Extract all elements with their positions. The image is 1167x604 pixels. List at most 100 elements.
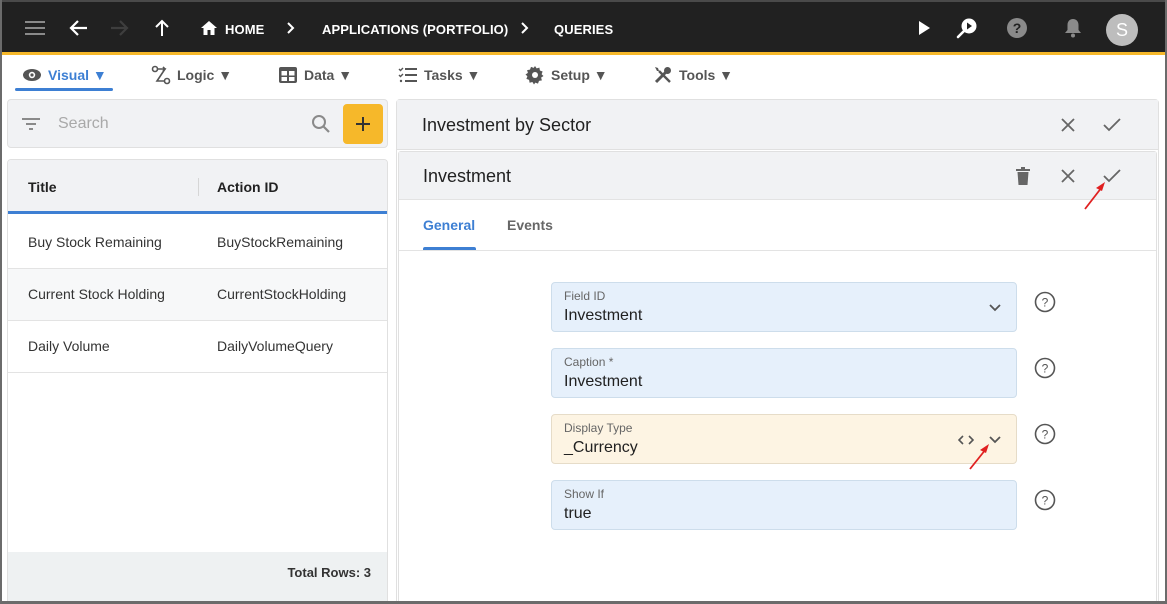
list-header: Title Action ID (8, 160, 387, 214)
menu-logic[interactable]: Logic ▼ (151, 64, 232, 86)
column-header-title[interactable]: Title (28, 179, 57, 195)
show-if-field[interactable]: Show If true (551, 480, 1017, 530)
play-icon[interactable] (910, 14, 938, 42)
breadcrumb-separator (521, 22, 529, 37)
row-title: Daily Volume (28, 338, 110, 354)
help-icon[interactable]: ? (1033, 356, 1057, 380)
check-icon (1103, 169, 1121, 183)
bell-icon[interactable] (1059, 14, 1087, 42)
eye-icon (23, 69, 41, 81)
show-if-value: true (564, 505, 592, 522)
gear-icon (525, 66, 544, 85)
close-icon (1061, 169, 1075, 183)
outer-save-button[interactable] (1098, 111, 1126, 139)
row-action-id: DailyVolumeQuery (217, 338, 333, 354)
menu-visual-label: Visual ▼ (48, 67, 107, 83)
search-icon[interactable] (311, 114, 331, 134)
outer-cancel-button[interactable] (1054, 111, 1082, 139)
form-panel: Investment by Sector Investment General … (396, 99, 1159, 604)
tab-active-indicator (423, 247, 476, 250)
inner-save-button[interactable] (1098, 162, 1126, 190)
field-id-label: Field ID (564, 289, 606, 303)
code-icon[interactable] (955, 429, 977, 451)
row-action-id: CurrentStockHolding (217, 286, 347, 302)
caption-value: Investment (564, 373, 643, 390)
add-button[interactable] (343, 104, 383, 144)
tab-general[interactable]: General (423, 217, 475, 233)
breadcrumb-home[interactable]: HOME (225, 22, 264, 37)
breadcrumb-applications[interactable]: APPLICATIONS (PORTFOLIO) (322, 22, 508, 37)
flow-icon (151, 65, 171, 85)
display-type-label: Display Type (564, 421, 633, 435)
caption-label: Caption * (564, 355, 614, 369)
home-icon[interactable] (195, 14, 223, 42)
chevron-down-icon[interactable] (984, 429, 1006, 451)
inner-form-title: Investment (423, 166, 512, 186)
svg-text:?: ? (1042, 428, 1049, 442)
row-title: Buy Stock Remaining (28, 234, 162, 250)
menu-data[interactable]: Data ▼ (278, 64, 352, 86)
show-if-label: Show If (564, 487, 605, 501)
breadcrumb-queries[interactable]: QUERIES (554, 22, 613, 37)
menu-icon[interactable] (21, 14, 49, 42)
menu-bar: Visual ▼ Logic ▼ Data ▼ Tasks ▼ Setup ▼ … (0, 55, 1167, 139)
menu-active-indicator (15, 88, 113, 91)
total-rows: Total Rows: 3 (287, 565, 371, 580)
top-bar: HOME APPLICATIONS (PORTFOLIO) QUERIES ? … (0, 0, 1167, 55)
row-action-id: BuyStockRemaining (217, 234, 344, 250)
tab-events[interactable]: Events (507, 217, 553, 233)
column-divider (198, 178, 199, 196)
forward-arrow-icon[interactable] (105, 14, 133, 42)
help-icon[interactable]: ? (1033, 422, 1057, 446)
checklist-icon (398, 67, 417, 83)
list-footer: Total Rows: 3 (8, 552, 387, 603)
display-type-select[interactable]: Display Type _Currency (551, 414, 1017, 464)
delete-button[interactable] (1009, 162, 1037, 190)
svg-text:?: ? (1013, 20, 1022, 36)
query-list: Title Action ID Buy Stock Remaining BuyS… (7, 159, 388, 604)
help-icon[interactable]: ? (1033, 290, 1057, 314)
close-icon (1061, 118, 1075, 132)
help-icon[interactable]: ? (1003, 14, 1031, 42)
field-id-select[interactable]: Field ID Investment (551, 282, 1017, 332)
row-title: Current Stock Holding (28, 286, 165, 302)
form-tabs: General Events (399, 201, 1156, 251)
menu-tools-label: Tools ▼ (679, 67, 734, 83)
search-play-icon[interactable] (953, 14, 981, 42)
filter-icon[interactable] (21, 117, 41, 131)
plus-icon (356, 117, 370, 131)
menu-tasks[interactable]: Tasks ▼ (398, 64, 480, 86)
help-icon[interactable]: ? (1033, 488, 1057, 512)
user-avatar[interactable]: S (1106, 14, 1138, 46)
search-input[interactable] (58, 113, 298, 135)
table-row[interactable]: Current Stock Holding CurrentStockHoldin… (8, 269, 387, 321)
menu-tools[interactable]: Tools ▼ (653, 64, 733, 86)
menu-data-label: Data ▼ (304, 67, 353, 83)
chevron-down-icon[interactable] (984, 297, 1006, 319)
check-icon (1103, 118, 1121, 132)
trash-icon (1016, 167, 1030, 185)
outer-form-header: Investment by Sector (397, 100, 1158, 150)
menu-tasks-label: Tasks ▼ (424, 67, 481, 83)
table-row[interactable]: Daily Volume DailyVolumeQuery (8, 321, 387, 373)
svg-text:?: ? (1042, 296, 1049, 310)
outer-form-title: Investment by Sector (422, 115, 592, 135)
back-arrow-icon[interactable] (65, 14, 93, 42)
up-arrow-icon[interactable] (148, 14, 176, 42)
caption-field[interactable]: Caption * Investment (551, 348, 1017, 398)
table-icon (279, 67, 297, 83)
table-row[interactable]: Buy Stock Remaining BuyStockRemaining (8, 217, 387, 269)
inner-form: Investment General Events Field ID Inves… (398, 151, 1157, 604)
menu-logic-label: Logic ▼ (177, 67, 233, 83)
menu-setup[interactable]: Setup ▼ (525, 64, 608, 86)
menu-setup-label: Setup ▼ (551, 67, 608, 83)
search-bar (7, 99, 388, 148)
field-id-value: Investment (564, 307, 643, 324)
svg-text:?: ? (1042, 362, 1049, 376)
inner-form-header: Investment (399, 152, 1156, 200)
column-header-action-id[interactable]: Action ID (217, 179, 278, 195)
breadcrumb-separator (287, 22, 295, 37)
tools-icon (654, 67, 671, 84)
menu-visual[interactable]: Visual ▼ (22, 64, 107, 86)
inner-cancel-button[interactable] (1054, 162, 1082, 190)
